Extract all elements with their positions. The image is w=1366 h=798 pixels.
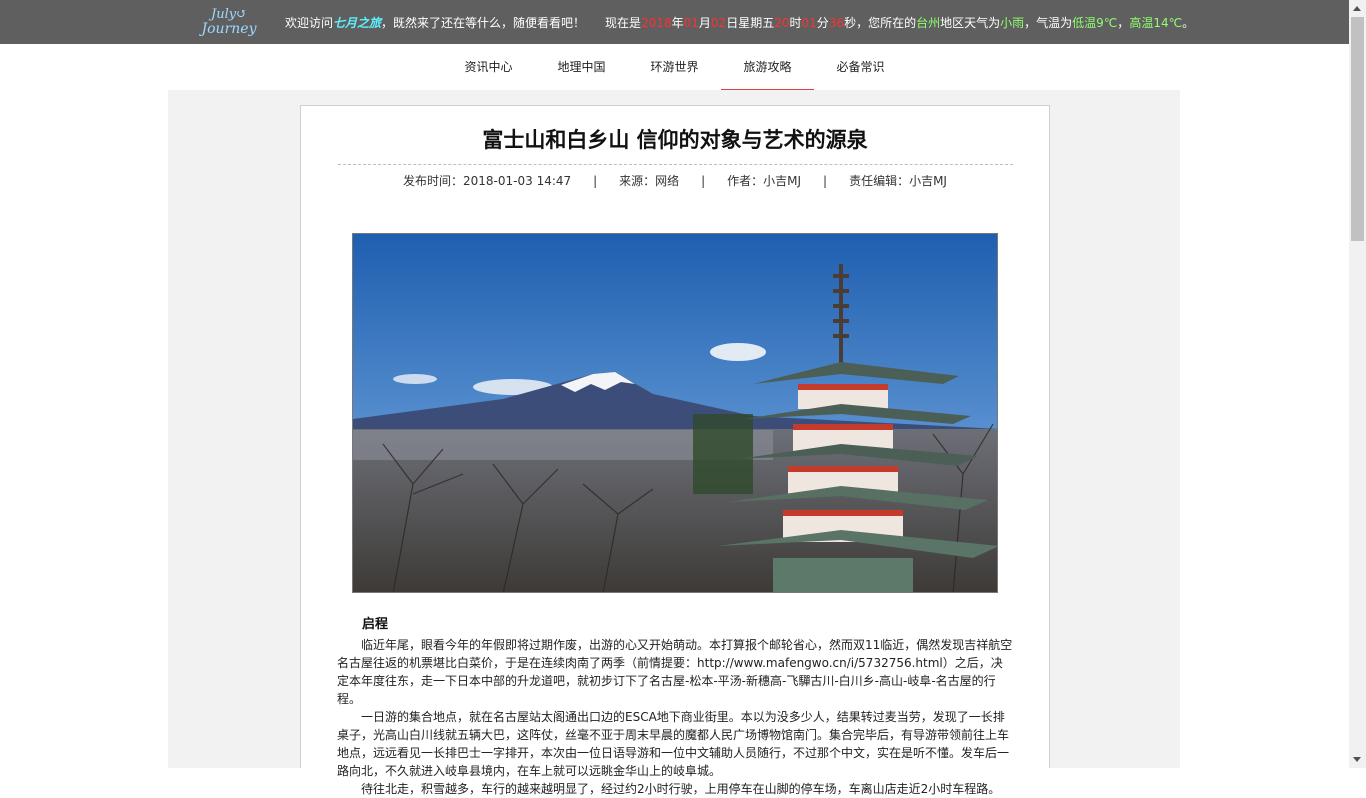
clock-hour: 20 xyxy=(774,16,790,30)
article-photo-fuji-pagoda xyxy=(352,233,998,593)
second-unit: 秒，您所在的 xyxy=(844,16,917,30)
hour-unit: 时 xyxy=(789,16,802,30)
article-editor: 责任编辑：小吉MJ xyxy=(849,174,947,188)
weather-prefix: 地区天气为 xyxy=(940,16,1001,30)
clock-month: 01 xyxy=(683,16,699,30)
meta-separator: | xyxy=(823,174,828,188)
temp-comma: ， xyxy=(1117,16,1130,30)
page-scrollbar[interactable] xyxy=(1349,0,1366,768)
top-bar: July↺ Journey 欢迎访问七月之旅，既然来了还在等什么，随便看看吧！ 现… xyxy=(0,0,1349,44)
weather-condition: 小雨 xyxy=(1000,16,1025,30)
article-meta: 发布时间：2018-01-03 14:47 | 来源：网络 | 作者：小吉MJ | 责任编辑… xyxy=(301,172,1049,189)
nav-item-china-geography[interactable]: 地理中国 xyxy=(535,45,628,89)
article-source: 来源：网络 xyxy=(619,174,680,188)
clock-day: 02 xyxy=(710,16,727,30)
high-temp: 高温14℃ xyxy=(1129,16,1183,30)
low-temp: 低温9℃ xyxy=(1072,16,1118,30)
nav-item-news[interactable]: 资讯中心 xyxy=(442,45,535,89)
article-paragraph: 待往北走，积雪越多，车行的越来越明显了，经过约2小时行驶，上用停车在山脚的停车场… xyxy=(361,782,1001,796)
temp-prefix: ，气温为 xyxy=(1024,16,1073,30)
nav-item-essentials[interactable]: 必备常识 xyxy=(814,45,907,89)
month-unit: 月 xyxy=(698,16,711,30)
meta-separator: | xyxy=(593,174,598,188)
welcome-banner: 欢迎访问七月之旅，既然来了还在等什么，随便看看吧！ 现在是2018年01月02日星… xyxy=(285,14,1194,31)
scroll-down-arrow-icon[interactable] xyxy=(1353,757,1361,762)
article-card: 富士山和白乡山 信仰的对象与艺术的源泉 发布时间：2018-01-03 14:4… xyxy=(300,105,1050,796)
logo-line-1: July↺ xyxy=(211,7,247,22)
clock-minute: 01 xyxy=(801,16,817,30)
section-heading: 启程 xyxy=(362,617,389,632)
article-body: 临近年尾，眼看今年的年假即将过期作废，出游的心又开始萌动。本打算报个邮轮省心，然… xyxy=(337,636,1013,798)
day-unit: 日星期五 xyxy=(726,16,775,30)
nav-item-travel-guide[interactable]: 旅游攻略 xyxy=(721,45,814,91)
weather-city: 台州 xyxy=(916,16,941,30)
welcome-suffix: ，既然来了还在等什么，随便看看吧！ xyxy=(381,16,586,30)
site-name: 七月之旅 xyxy=(333,16,382,30)
clock-year: 2018 xyxy=(641,16,672,30)
meta-separator: | xyxy=(701,174,706,188)
article-author: 作者：小吉MJ xyxy=(727,174,802,188)
minute-unit: 分 xyxy=(816,16,829,30)
year-unit: 年 xyxy=(671,16,684,30)
article-paragraph: 一日游的集合地点，就在名古屋站太阁通出口边的ESCA地下商业街里。本以为没多少人… xyxy=(337,710,1010,778)
site-logo[interactable]: July↺ Journey xyxy=(199,7,259,37)
logo-line-2: Journey xyxy=(201,21,257,37)
welcome-prefix: 欢迎访问 xyxy=(285,16,334,30)
scroll-thumb[interactable] xyxy=(1351,17,1364,241)
article-title: 富士山和白乡山 信仰的对象与艺术的源泉 xyxy=(482,128,868,152)
scroll-up-arrow-icon[interactable] xyxy=(1353,6,1361,11)
time-prefix: 现在是 xyxy=(605,16,642,30)
clock-second: 36 xyxy=(828,16,845,30)
article-paragraph: 临近年尾，眼看今年的年假即将过期作废，出游的心又开始萌动。本打算报个邮轮省心，然… xyxy=(337,638,1013,706)
nav-item-world-travel[interactable]: 环游世界 xyxy=(628,45,721,89)
temp-period: 。 xyxy=(1182,16,1195,30)
title-divider xyxy=(338,164,1013,165)
main-nav: 资讯中心 地理中国 环游世界 旅游攻略 必备常识 xyxy=(442,45,907,91)
publish-time: 发布时间：2018-01-03 14:47 xyxy=(403,174,572,188)
